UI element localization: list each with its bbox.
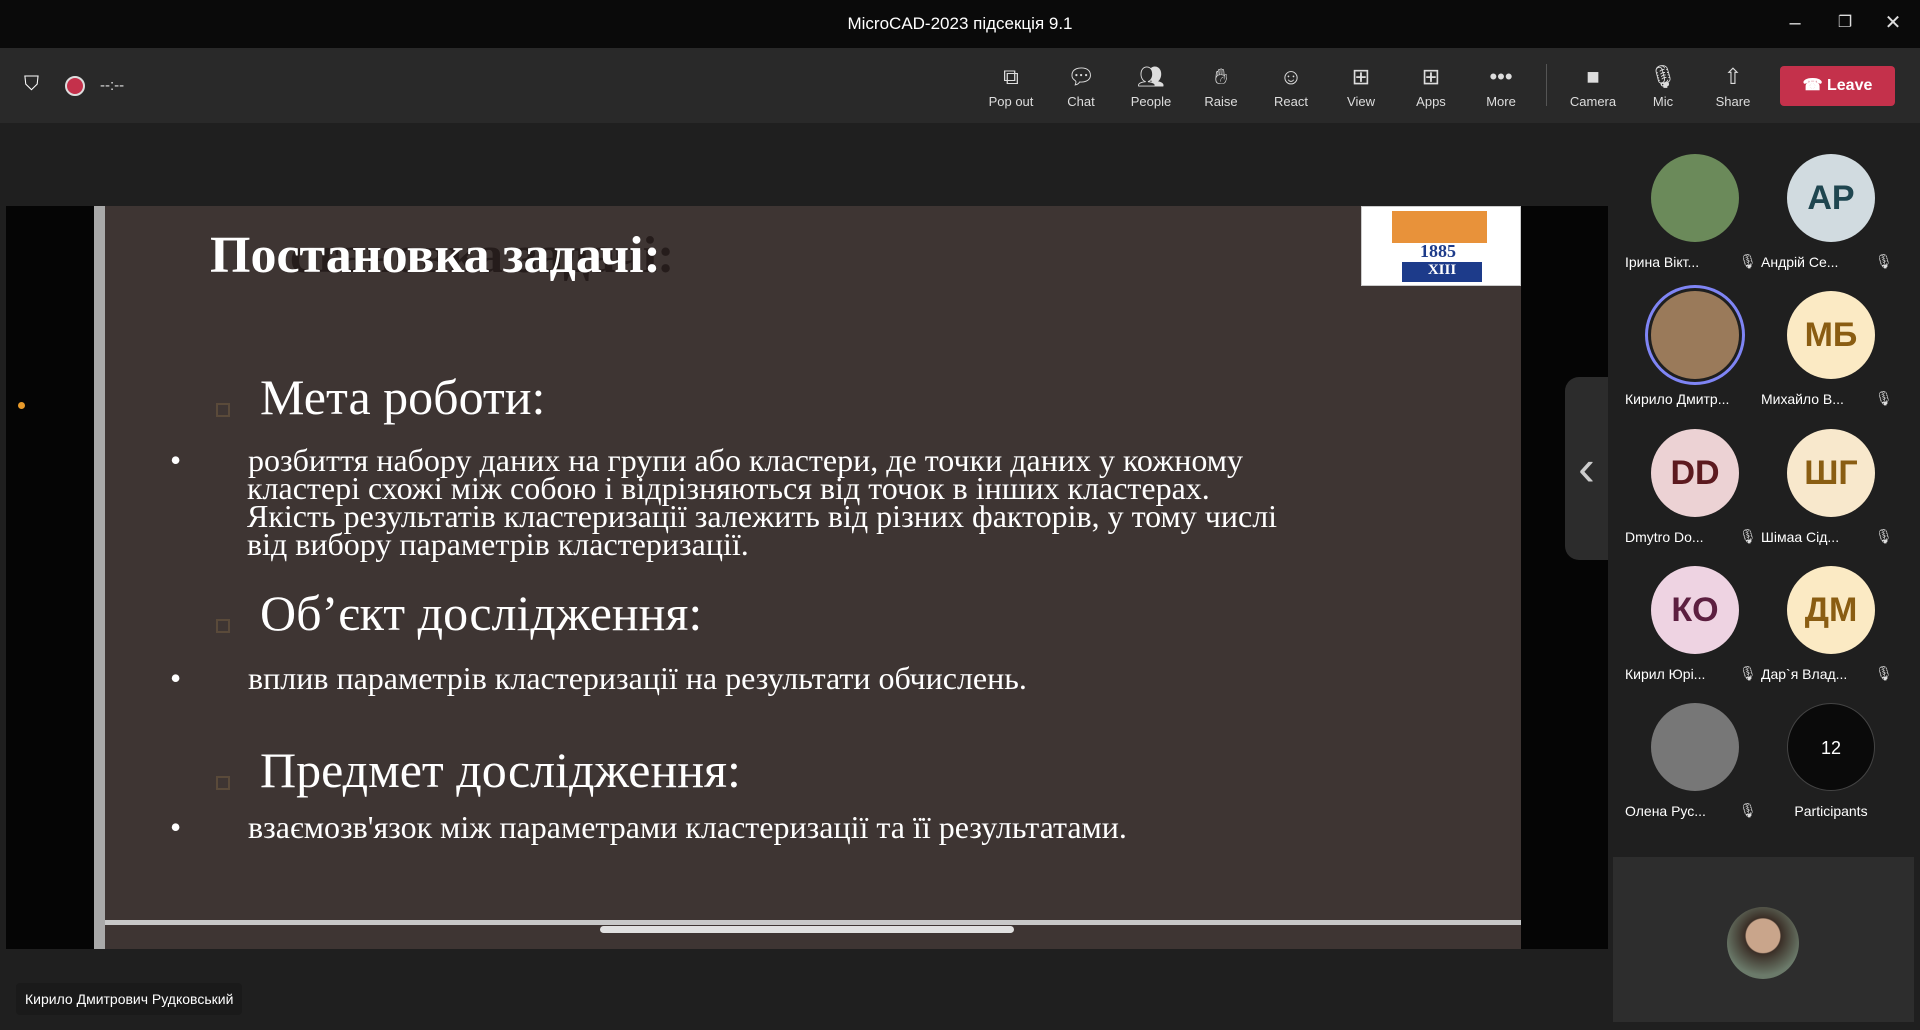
participant-name: Dmytro Do... [1625, 529, 1704, 545]
bullet: • [170, 442, 182, 478]
participant-tile[interactable]: DD Dmytro Do... 🎙︎ [1625, 429, 1765, 569]
presentation-slide: становка задачі: Постановка задачі: 1885… [94, 206, 1521, 949]
participant-tile[interactable]: Кирило Дмитр... [1625, 291, 1765, 431]
mic-off-icon: 🎙︎ [1649, 64, 1677, 89]
participant-tile[interactable]: ШГ Шімаа Сід... 🎙︎ [1761, 429, 1901, 569]
participant-tile[interactable]: ДМ Дар`я Влад... 🎙︎ [1761, 566, 1901, 706]
mic-off-icon: 🎙︎ [1875, 665, 1893, 681]
avatar: КО [1651, 566, 1739, 654]
bullet-text: взаємозв'язок між параметрами кластериза… [248, 809, 1127, 845]
participant-name: Ірина Вікт... [1625, 254, 1700, 270]
chat-icon: 💬︎ [1067, 64, 1095, 89]
participant-tile[interactable]: AP Андрій Се... 🎙︎ [1761, 154, 1901, 294]
raise-button[interactable]: ✋︎ Raise [1186, 62, 1256, 109]
participant-tile[interactable]: МБ Михайло В... 🎙︎ [1761, 291, 1901, 431]
participant-name: Кирил Юрі... [1625, 666, 1706, 682]
slide-scrollbar[interactable] [600, 926, 1014, 933]
avatar [1651, 291, 1739, 379]
logo-year: 1885 [1420, 241, 1456, 261]
heading-bullet [216, 776, 230, 790]
close-icon[interactable]: ✕ [1878, 10, 1908, 36]
bullet: • [170, 660, 182, 696]
view-button[interactable]: ⊞ View [1326, 62, 1396, 109]
heading-bullet [216, 403, 230, 417]
react-button[interactable]: ☺ React [1256, 62, 1326, 109]
mic-off-icon: 🎙︎ [1875, 253, 1893, 269]
participant-tile[interactable]: Олена Рус... 🎙︎ [1625, 703, 1765, 843]
title-bar: MicroCAD-2023 підсекція 9.1 – ❐ ✕ [0, 0, 1920, 48]
people-icon: 👥︎ [1137, 64, 1165, 89]
grid-icon: ⊞ [1351, 64, 1371, 89]
share-button[interactable]: ⇧ Share [1698, 62, 1768, 109]
building-icon [1392, 211, 1487, 243]
section-heading: Предмет дослідження: [260, 742, 741, 798]
university-logo: 1885 XIII [1361, 206, 1521, 286]
self-video-tile [1613, 857, 1914, 1022]
avatar: ДМ [1787, 566, 1875, 654]
mic-off-icon: 🎙︎ [1739, 665, 1757, 681]
people-button[interactable]: 👥︎ People [1116, 62, 1186, 109]
slide-bottom-line [105, 920, 1521, 925]
leave-button[interactable]: ☎ Leave [1780, 66, 1895, 106]
mic-off-icon: 🎙︎ [1875, 528, 1893, 544]
avatar: AP [1787, 154, 1875, 242]
meeting-timer: --:-- [100, 77, 125, 94]
logo-ribbon: XIII [1402, 262, 1482, 282]
camera-off-icon: ■ [1586, 64, 1600, 89]
section-heading: Мета роботи: [260, 369, 546, 425]
camera-button[interactable]: ■ Camera [1558, 62, 1628, 109]
mic-button[interactable]: 🎙︎ Mic [1628, 62, 1698, 109]
mic-off-icon: 🎙︎ [1739, 528, 1757, 544]
participant-name: Михайло В... [1761, 391, 1844, 407]
pop-out-button[interactable]: ⧉ Pop out [976, 62, 1046, 109]
apps-button[interactable]: ⊞ Apps [1396, 62, 1466, 109]
collapse-panel-button[interactable]: ‹ [1565, 377, 1608, 560]
share-icon: ⇧ [1723, 64, 1743, 89]
recording-icon [65, 76, 85, 96]
bullet-text: від вибору параметрів кластеризації. [247, 526, 749, 562]
participants-count: 12 [1787, 703, 1875, 791]
shield-icon[interactable]: ⛉ [24, 73, 39, 96]
avatar: ШГ [1787, 429, 1875, 517]
chat-button[interactable]: 💬︎ Chat [1046, 62, 1116, 109]
avatar: DD [1651, 429, 1739, 517]
laser-dot [18, 402, 25, 409]
bullet: • [170, 809, 182, 845]
maximize-icon[interactable]: ❐ [1830, 10, 1860, 36]
add-app-icon: ⊞ [1421, 64, 1441, 89]
phone-icon: ☎ [1802, 77, 1827, 94]
participant-name: Шімаа Сід... [1761, 529, 1840, 545]
slide-title: Постановка задачі: [210, 227, 661, 284]
pop-out-icon: ⧉ [1003, 64, 1019, 89]
more-button[interactable]: ••• More [1466, 62, 1536, 109]
more-icon: ••• [1489, 64, 1513, 89]
self-avatar [1727, 907, 1799, 979]
heading-bullet [216, 619, 230, 633]
mic-off-icon: 🎙︎ [1875, 390, 1893, 406]
slide-left-bar [94, 206, 105, 949]
minimize-icon[interactable]: – [1780, 10, 1810, 36]
participant-tile[interactable]: КО Кирил Юрі... 🎙︎ [1625, 566, 1765, 706]
participant-name: Дар`я Влад... [1761, 666, 1848, 682]
participant-name: Кирило Дмитр... [1625, 391, 1730, 407]
toolbar-divider [1546, 64, 1547, 106]
window-title: MicroCAD-2023 підсекція 9.1 [847, 14, 1073, 33]
mic-off-icon: 🎙︎ [1739, 253, 1757, 269]
section-heading: Об’єкт дослідження: [260, 585, 703, 641]
participant-name: Олена Рус... [1625, 803, 1706, 819]
avatar [1651, 703, 1739, 791]
participant-tile[interactable]: Ірина Вікт... 🎙︎ [1625, 154, 1765, 294]
smile-icon: ☺ [1279, 64, 1303, 89]
mic-off-icon: 🎙︎ [1739, 802, 1757, 818]
avatar: МБ [1787, 291, 1875, 379]
presenter-name-tag: Кирило Дмитрович Рудковський [16, 983, 243, 1015]
participant-name: Андрій Се... [1761, 254, 1839, 270]
raise-hand-icon: ✋︎ [1214, 64, 1228, 89]
chevron-left-icon: ‹ [1578, 440, 1595, 496]
participants-label: Participants [1794, 803, 1868, 819]
avatar [1651, 154, 1739, 242]
bullet-text: вплив параметрів кластеризації на резуль… [248, 660, 1027, 696]
